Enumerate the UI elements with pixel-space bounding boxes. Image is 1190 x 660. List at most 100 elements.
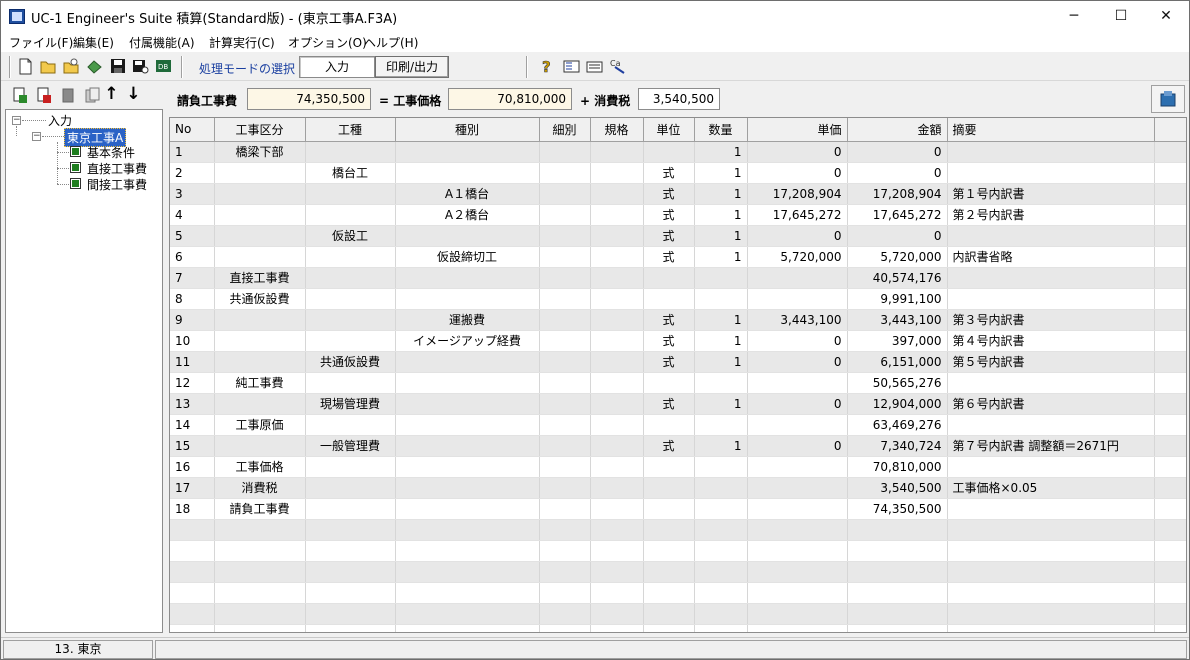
cell-no[interactable]: 3 bbox=[170, 183, 215, 205]
cell-detail[interactable] bbox=[539, 477, 591, 499]
menu-edit[interactable]: 編集(E) bbox=[73, 34, 114, 51]
cell-work-type[interactable] bbox=[305, 582, 396, 604]
cell-category[interactable]: 消費税 bbox=[214, 477, 306, 499]
new-file-icon[interactable] bbox=[17, 58, 34, 75]
cell-category[interactable] bbox=[214, 519, 306, 541]
cell-unit[interactable]: 式 bbox=[643, 393, 695, 415]
cell-work-type[interactable]: 一般管理費 bbox=[305, 435, 396, 457]
cell-work-type[interactable] bbox=[305, 288, 396, 310]
cell-no[interactable]: 4 bbox=[170, 204, 215, 226]
cell-detail[interactable] bbox=[539, 561, 591, 583]
cell-category[interactable] bbox=[214, 330, 306, 352]
cell-category[interactable]: 請負工事費 bbox=[214, 498, 306, 520]
table-row[interactable]: 13 現場管理費 式 1 0 12,904,000 第６号内訳書 bbox=[170, 393, 1186, 415]
cell-no[interactable] bbox=[170, 561, 215, 583]
cell-category[interactable] bbox=[214, 435, 306, 457]
cell-unit-price[interactable] bbox=[747, 624, 848, 632]
settings-icon[interactable]: Ca bbox=[609, 58, 626, 75]
open-recent-icon[interactable] bbox=[63, 58, 80, 75]
cell-type[interactable] bbox=[395, 540, 540, 562]
cell-remarks[interactable] bbox=[947, 624, 1155, 632]
cell-quantity[interactable] bbox=[694, 288, 748, 310]
cell-detail[interactable] bbox=[539, 225, 591, 247]
cell-spec[interactable] bbox=[590, 141, 644, 163]
cell-remarks[interactable]: 第２号内訳書 bbox=[947, 204, 1155, 226]
cell-no[interactable]: 12 bbox=[170, 372, 215, 394]
cell-detail[interactable] bbox=[539, 624, 591, 632]
cell-remarks[interactable] bbox=[947, 372, 1155, 394]
cell-unit-price[interactable] bbox=[747, 519, 848, 541]
table-row[interactable] bbox=[170, 624, 1186, 632]
cell-no[interactable]: 6 bbox=[170, 246, 215, 268]
cell-type[interactable]: 運搬費 bbox=[395, 309, 540, 331]
cell-unit[interactable]: 式 bbox=[643, 204, 695, 226]
cell-quantity[interactable]: 1 bbox=[694, 351, 748, 373]
close-button[interactable]: ✕ bbox=[1143, 1, 1189, 31]
cell-unit[interactable] bbox=[643, 498, 695, 520]
cell-unit-price[interactable] bbox=[747, 498, 848, 520]
cell-spec[interactable] bbox=[590, 204, 644, 226]
open-folder-icon[interactable] bbox=[40, 58, 57, 75]
cell-unit[interactable] bbox=[643, 603, 695, 625]
cell-unit-price[interactable] bbox=[747, 267, 848, 289]
cell-spec[interactable] bbox=[590, 561, 644, 583]
cell-unit-price[interactable]: 17,208,904 bbox=[747, 183, 848, 205]
cell-no[interactable]: 10 bbox=[170, 330, 215, 352]
cell-type[interactable] bbox=[395, 561, 540, 583]
cell-category[interactable]: 橋梁下部 bbox=[214, 141, 306, 163]
cell-work-type[interactable] bbox=[305, 498, 396, 520]
cell-unit-price[interactable]: 0 bbox=[747, 393, 848, 415]
move-down-icon[interactable]: ↓ bbox=[125, 86, 142, 103]
cell-detail[interactable] bbox=[539, 183, 591, 205]
table-row[interactable]: 15 一般管理費 式 1 0 7,340,724 第７号内訳書 調整額＝2671円 bbox=[170, 435, 1186, 457]
cell-type[interactable] bbox=[395, 414, 540, 436]
table-row[interactable]: 10 イメージアップ経費式 1 0 397,000 第４号内訳書 bbox=[170, 330, 1186, 352]
cell-quantity[interactable] bbox=[694, 540, 748, 562]
table-row[interactable]: 7 直接工事費 40,574,176 bbox=[170, 267, 1186, 289]
cell-amount[interactable]: 40,574,176 bbox=[847, 267, 948, 289]
cell-remarks[interactable] bbox=[947, 456, 1155, 478]
cell-category[interactable] bbox=[214, 582, 306, 604]
cell-detail[interactable] bbox=[539, 267, 591, 289]
cell-spec[interactable] bbox=[590, 540, 644, 562]
cell-detail[interactable] bbox=[539, 204, 591, 226]
mode-print-button[interactable]: 印刷/出力 bbox=[375, 56, 449, 78]
collapse-toggle-root[interactable]: − bbox=[12, 116, 21, 125]
cell-work-type[interactable] bbox=[305, 204, 396, 226]
col-header-work-type[interactable]: 工種 bbox=[305, 118, 396, 142]
cell-detail[interactable] bbox=[539, 288, 591, 310]
cell-no[interactable]: 11 bbox=[170, 351, 215, 373]
cell-detail[interactable] bbox=[539, 393, 591, 415]
cell-amount[interactable] bbox=[847, 519, 948, 541]
cell-work-type[interactable] bbox=[305, 372, 396, 394]
col-header-amount[interactable]: 金額 bbox=[847, 118, 948, 142]
cell-unit[interactable] bbox=[643, 624, 695, 632]
cell-amount[interactable] bbox=[847, 624, 948, 632]
cell-quantity[interactable] bbox=[694, 561, 748, 583]
cell-detail[interactable] bbox=[539, 330, 591, 352]
cell-no[interactable]: 2 bbox=[170, 162, 215, 184]
cell-amount[interactable]: 12,904,000 bbox=[847, 393, 948, 415]
cell-type[interactable]: イメージアップ経費 bbox=[395, 330, 540, 352]
cell-spec[interactable] bbox=[590, 267, 644, 289]
cell-type[interactable] bbox=[395, 393, 540, 415]
col-header-quantity[interactable]: 数量 bbox=[694, 118, 748, 142]
table-row[interactable]: 12 純工事費 50,565,276 bbox=[170, 372, 1186, 394]
cell-remarks[interactable]: 内訳書省略 bbox=[947, 246, 1155, 268]
cell-unit[interactable] bbox=[643, 561, 695, 583]
cell-work-type[interactable] bbox=[305, 267, 396, 289]
cell-no[interactable]: 8 bbox=[170, 288, 215, 310]
cell-unit[interactable]: 式 bbox=[643, 351, 695, 373]
cell-unit[interactable]: 式 bbox=[643, 183, 695, 205]
cell-type[interactable] bbox=[395, 141, 540, 163]
collapse-toggle-project[interactable]: − bbox=[32, 132, 41, 141]
cell-category[interactable] bbox=[214, 204, 306, 226]
cell-category[interactable] bbox=[214, 183, 306, 205]
paste-node-icon[interactable] bbox=[83, 87, 100, 104]
cell-category[interactable] bbox=[214, 225, 306, 247]
table-row[interactable]: 8 共通仮設費 9,991,100 bbox=[170, 288, 1186, 310]
tree-node-basic-conditions[interactable]: 基本条件 bbox=[87, 144, 135, 161]
cell-unit[interactable]: 式 bbox=[643, 162, 695, 184]
cell-type[interactable] bbox=[395, 288, 540, 310]
cell-unit-price[interactable] bbox=[747, 582, 848, 604]
